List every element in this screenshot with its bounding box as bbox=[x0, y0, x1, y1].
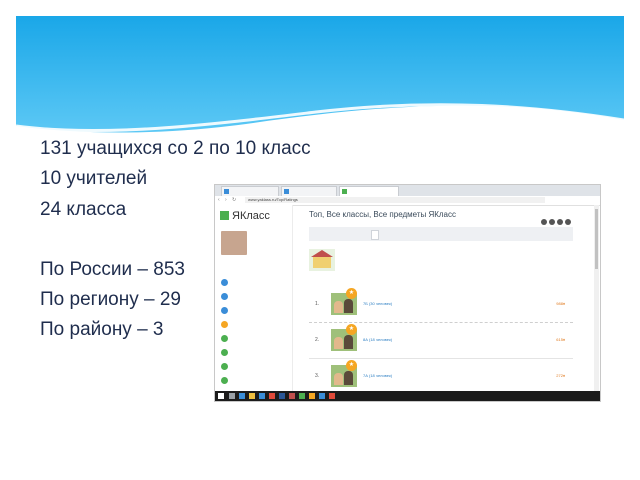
logo-book-icon bbox=[220, 211, 229, 220]
bullet-students: 131 учащихся со 2 по 10 класс bbox=[40, 138, 311, 159]
windows-taskbar bbox=[215, 391, 600, 401]
filter-button[interactable] bbox=[313, 230, 319, 238]
embedded-screenshot: ‹ › ↻ www.yaklass.ru/Top/Ratings ЯКласс … bbox=[214, 184, 601, 402]
rank-number: 3. bbox=[315, 373, 320, 379]
back-icon[interactable]: ‹ bbox=[218, 198, 223, 203]
taskbar-app-icon[interactable] bbox=[319, 393, 325, 399]
share-icon[interactable] bbox=[557, 219, 563, 225]
browser-tab[interactable] bbox=[221, 186, 279, 196]
ranking-row[interactable]: 1. ★ 7Б (30 человек) 988♦ bbox=[309, 288, 573, 319]
bullet-teachers: 10 учителей bbox=[40, 168, 148, 189]
class-name-link[interactable]: 8А (18 человек) bbox=[363, 337, 392, 342]
sidebar-menu-item[interactable] bbox=[221, 279, 289, 287]
ranking-row[interactable]: 3. ★ 7А (18 человек) 272♦ bbox=[309, 360, 573, 391]
bullet-district: По району – 3 bbox=[40, 319, 164, 340]
star-badge-icon: ★ bbox=[346, 324, 357, 335]
taskbar-app-icon[interactable] bbox=[239, 393, 245, 399]
share-icon[interactable] bbox=[541, 219, 547, 225]
taskbar-app-icon[interactable] bbox=[309, 393, 315, 399]
main-content: Топ, Все классы, Все предметы ЯКласс 1. ★… bbox=[293, 205, 593, 395]
menu-icon bbox=[221, 363, 228, 371]
reload-icon[interactable]: ↻ bbox=[232, 198, 237, 203]
browser-tab-active[interactable] bbox=[339, 186, 399, 196]
avatar[interactable] bbox=[221, 231, 247, 255]
taskbar-app-icon[interactable] bbox=[289, 393, 295, 399]
menu-icon bbox=[221, 377, 228, 385]
sidebar-menu-item[interactable] bbox=[221, 335, 289, 343]
slide: 131 учащихся со 2 по 10 класс 10 учителе… bbox=[16, 16, 624, 464]
rank-number: 2. bbox=[315, 337, 320, 343]
row-divider bbox=[309, 358, 573, 359]
browser-tab[interactable] bbox=[281, 186, 337, 196]
bullet-classes: 24 класса bbox=[40, 199, 127, 220]
rank-number: 1. bbox=[315, 301, 320, 307]
taskbar-app-icon[interactable] bbox=[329, 393, 335, 399]
filter-bar bbox=[309, 227, 573, 241]
site-sidebar: ЯКласс bbox=[215, 205, 293, 391]
ranking-row[interactable]: 2. ★ 8А (18 человек) 615♦ bbox=[309, 324, 573, 355]
taskbar-app-icon[interactable] bbox=[299, 393, 305, 399]
menu-icon bbox=[221, 321, 228, 329]
page-title: Топ, Все классы, Все предметы ЯКласс bbox=[309, 210, 457, 219]
bullet-region: По региону – 29 bbox=[40, 289, 181, 310]
sidebar-menu-item[interactable] bbox=[221, 349, 289, 357]
class-score: 988♦ bbox=[556, 301, 565, 306]
filter-button[interactable] bbox=[371, 230, 379, 240]
page-scrollbar[interactable] bbox=[594, 205, 599, 391]
class-name-link[interactable]: 7Б (30 человек) bbox=[363, 301, 392, 306]
class-score: 272♦ bbox=[556, 373, 565, 378]
browser-tab-bar bbox=[215, 185, 600, 196]
menu-icon bbox=[221, 279, 228, 287]
sidebar-menu-item[interactable] bbox=[221, 307, 289, 315]
filter-button[interactable] bbox=[431, 230, 437, 238]
favicon-icon bbox=[342, 189, 347, 194]
share-icon[interactable] bbox=[549, 219, 555, 225]
star-badge-icon: ★ bbox=[346, 360, 357, 371]
menu-icon bbox=[221, 349, 228, 357]
taskbar-app-icon[interactable] bbox=[259, 393, 265, 399]
class-score: 615♦ bbox=[556, 337, 565, 342]
sidebar-menu-item[interactable] bbox=[221, 363, 289, 371]
school-icon bbox=[309, 249, 335, 271]
folder-icon[interactable] bbox=[249, 393, 255, 399]
taskbar-app-icon[interactable] bbox=[269, 393, 275, 399]
site-logo[interactable]: ЯКласс bbox=[220, 210, 270, 222]
share-icon[interactable] bbox=[565, 219, 571, 225]
class-name-link[interactable]: 7А (18 человек) bbox=[363, 373, 392, 378]
favicon-icon bbox=[224, 189, 229, 194]
search-icon[interactable] bbox=[229, 393, 235, 399]
bullet-russia: По России – 853 bbox=[40, 259, 185, 280]
menu-icon bbox=[221, 307, 228, 315]
row-divider bbox=[309, 322, 573, 323]
sidebar-menu-item[interactable] bbox=[221, 377, 289, 385]
url-input[interactable]: www.yaklass.ru/Top/Ratings bbox=[245, 197, 545, 203]
menu-icon bbox=[221, 335, 228, 343]
start-icon[interactable] bbox=[218, 393, 224, 399]
scroll-thumb[interactable] bbox=[595, 209, 598, 269]
sidebar-menu-item[interactable] bbox=[221, 293, 289, 301]
favicon-icon bbox=[284, 189, 289, 194]
sidebar-menu-item[interactable] bbox=[221, 321, 289, 329]
star-badge-icon: ★ bbox=[346, 288, 357, 299]
menu-icon bbox=[221, 293, 228, 301]
forward-icon[interactable]: › bbox=[225, 198, 230, 203]
taskbar-app-icon[interactable] bbox=[279, 393, 285, 399]
